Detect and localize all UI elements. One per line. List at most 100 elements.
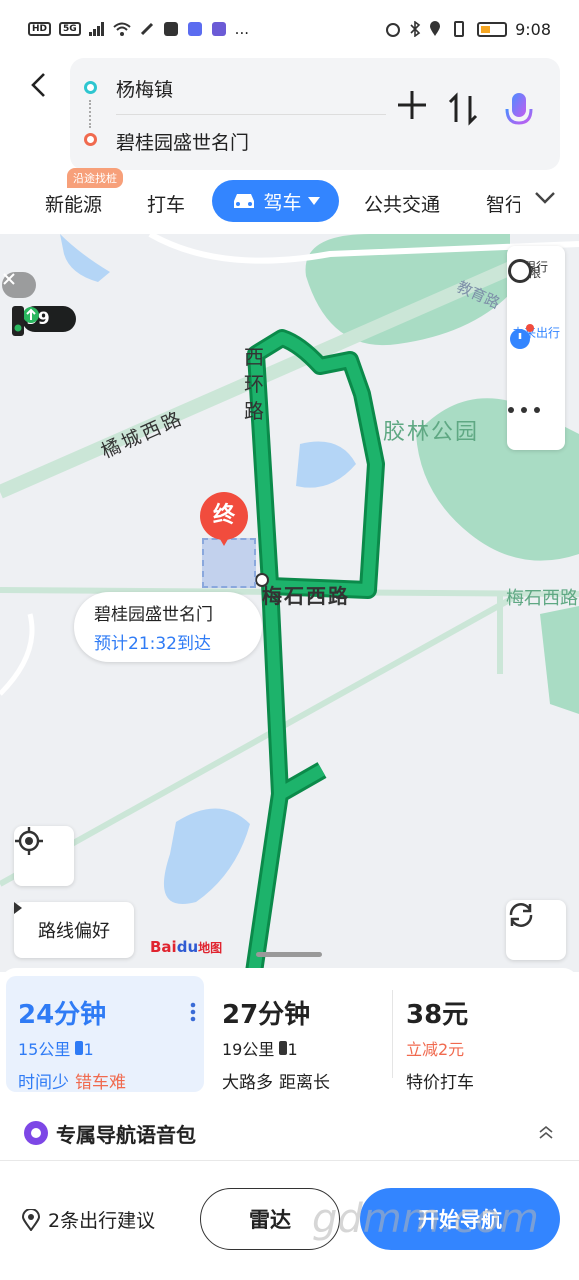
destination-eta: 预计21:32到达 bbox=[94, 634, 211, 654]
voice-pack-label: 专属导航语音包 bbox=[56, 1122, 196, 1147]
traffic-light-icon bbox=[12, 306, 24, 336]
battery-icon bbox=[477, 21, 508, 37]
park-label: 胶林公园 bbox=[383, 420, 480, 445]
wifi-icon bbox=[113, 22, 131, 36]
tab-smart-trip[interactable]: 智行 bbox=[486, 190, 520, 217]
status-bar: HD 5G ... 9:08 bbox=[0, 0, 579, 58]
car-icon bbox=[234, 194, 255, 208]
5g-icon: 5G bbox=[59, 22, 81, 36]
route-tags: 时间少 错车难 bbox=[18, 1068, 126, 1093]
route-option-2[interactable]: 27分钟 19公里 1 大路多 距离长 bbox=[210, 976, 390, 1093]
lake bbox=[163, 808, 250, 904]
voice-input-button[interactable] bbox=[504, 91, 534, 133]
vibrate-icon bbox=[454, 21, 465, 37]
road-label-xihuan: 西环路 bbox=[244, 345, 264, 423]
microphone-icon bbox=[505, 93, 533, 131]
charging-badge: 沿途找桩 bbox=[67, 168, 123, 188]
chevron-down-icon bbox=[535, 192, 555, 204]
refresh-button[interactable] bbox=[506, 900, 566, 960]
close-button[interactable] bbox=[2, 272, 36, 298]
baidu-map-logo: Baidu地图 bbox=[150, 938, 223, 956]
route-panel: 24分钟 15公里 1 时间少 错车难 27分钟 19公里 1 大路多 距离长 … bbox=[0, 968, 579, 1280]
lake bbox=[296, 441, 356, 488]
back-button[interactable] bbox=[24, 70, 54, 100]
taxi-price: 38元 bbox=[406, 1000, 469, 1030]
map-controls: 限 限行 未来出行 bbox=[507, 246, 565, 450]
restrict-button[interactable]: 限 限行 bbox=[507, 258, 565, 283]
hd-icon: HD bbox=[28, 22, 52, 36]
clock: 9:08 bbox=[515, 19, 551, 39]
chevron-up-double-icon bbox=[539, 1125, 553, 1139]
trip-suggestions[interactable]: 2条出行建议 bbox=[22, 1206, 155, 1233]
alarm-icon bbox=[386, 23, 401, 37]
park-area bbox=[540, 606, 579, 714]
close-icon bbox=[3, 273, 15, 285]
refresh-icon bbox=[509, 903, 533, 927]
radar-button[interactable]: 雷达 bbox=[200, 1188, 340, 1250]
route-preference-button[interactable]: 路线偏好 bbox=[14, 902, 134, 958]
chevron-left-icon bbox=[31, 73, 45, 97]
stopwatch-icon bbox=[510, 324, 534, 349]
taxi-option[interactable]: 38元 立减2元 特价打车 bbox=[394, 976, 574, 1093]
tab-driving-label: 驾车 bbox=[263, 191, 302, 214]
route-option-1[interactable]: 24分钟 15公里 1 时间少 错车难 bbox=[6, 976, 204, 1093]
end-point-field[interactable]: 碧桂园盛世名门 bbox=[116, 128, 249, 155]
swap-button[interactable] bbox=[448, 92, 478, 134]
route-connector bbox=[89, 100, 92, 128]
transport-tabs: 沿途找桩 新能源 打车 驾车 公共交通 智行 bbox=[0, 168, 579, 228]
tab-new-energy[interactable]: 新能源 bbox=[45, 190, 102, 217]
caret-right-icon bbox=[14, 902, 22, 914]
location-icon bbox=[430, 21, 441, 36]
bluetooth-icon bbox=[410, 21, 421, 37]
route-line bbox=[248, 332, 382, 972]
restriction-icon-text: 限 bbox=[529, 266, 542, 280]
route-tag-warning: 错车难 bbox=[75, 1073, 126, 1093]
edu-icon bbox=[211, 22, 226, 36]
route-distance: 19公里 1 bbox=[222, 1040, 298, 1059]
divider bbox=[392, 990, 393, 1078]
route-preference-label: 路线偏好 bbox=[38, 921, 110, 942]
destination-pin[interactable]: 终 bbox=[200, 492, 248, 546]
more-icon bbox=[508, 407, 540, 413]
end-dot-icon bbox=[84, 133, 97, 146]
tab-driving[interactable]: 驾车 bbox=[212, 180, 339, 222]
traffic-light-widget[interactable]: 99 bbox=[0, 256, 80, 346]
start-dot-icon bbox=[84, 81, 97, 94]
plus-icon bbox=[398, 91, 426, 119]
bottom-action-bar: 2条出行建议 雷达 开始导航 gdmm.com bbox=[0, 1174, 579, 1264]
expand-button[interactable] bbox=[538, 1123, 554, 1144]
map-view[interactable]: 西环路 橘城西路 梅石西路 梅石西路 教育路 胶林公园 99 限 限行 未来出行… bbox=[0, 234, 579, 972]
future-trip-button[interactable]: 未来出行 bbox=[507, 324, 565, 349]
voice-pack-row[interactable]: 专属导航语音包 bbox=[24, 1118, 554, 1148]
road-label-meishi: 梅石西路 bbox=[262, 584, 350, 608]
route-time: 24分钟 bbox=[18, 1000, 107, 1030]
app-icon bbox=[163, 22, 178, 36]
route-input-box: 杨梅镇 碧桂园盛世名门 bbox=[70, 58, 560, 170]
location-pin-icon bbox=[22, 1208, 40, 1231]
road-label-meishi-2: 梅石西路 bbox=[506, 588, 578, 609]
route-time: 27分钟 bbox=[222, 1000, 311, 1030]
start-navigation-button[interactable]: 开始导航 bbox=[360, 1188, 560, 1250]
route-tag: 时间少 bbox=[18, 1073, 69, 1093]
destination-name: 碧桂园盛世名门 bbox=[94, 605, 213, 625]
tab-taxi[interactable]: 打车 bbox=[147, 190, 185, 217]
nfc-icon bbox=[140, 22, 153, 36]
divider bbox=[0, 1160, 579, 1161]
route-tags: 特价打车 bbox=[406, 1068, 474, 1093]
route-header: 杨梅镇 碧桂园盛世名门 bbox=[0, 58, 579, 170]
more-vertical-icon bbox=[190, 1002, 196, 1022]
destination-bubble[interactable]: 碧桂园盛世名门 预计21:32到达 bbox=[74, 592, 262, 662]
add-waypoint-button[interactable] bbox=[396, 88, 428, 128]
road bbox=[0, 613, 35, 696]
start-point-field[interactable]: 杨梅镇 bbox=[116, 75, 173, 102]
drag-handle[interactable] bbox=[256, 952, 322, 957]
locate-button[interactable] bbox=[14, 826, 74, 886]
trip-suggestions-label: 2条出行建议 bbox=[48, 1210, 156, 1232]
route-tag: 距离长 bbox=[279, 1073, 330, 1093]
music-icon bbox=[187, 22, 202, 36]
expand-tabs-button[interactable] bbox=[534, 186, 556, 211]
more-options-button[interactable] bbox=[190, 1002, 196, 1022]
tab-public-transit[interactable]: 公共交通 bbox=[364, 190, 440, 217]
route-tags: 大路多 距离长 bbox=[222, 1068, 330, 1093]
route-distance: 15公里 1 bbox=[18, 1040, 94, 1059]
